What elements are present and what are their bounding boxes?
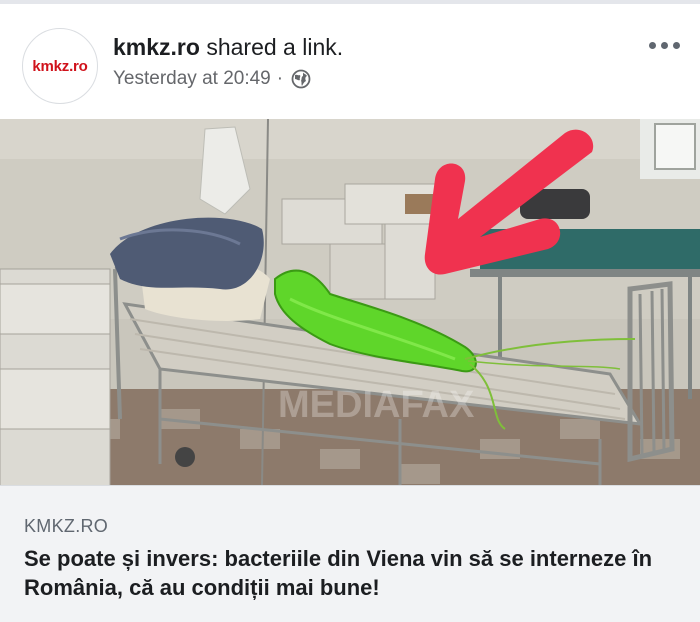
link-caption[interactable]: KMKZ.RO Se poate și invers: bacteriile d…: [0, 485, 700, 622]
page-name-link[interactable]: kmkz.ro: [113, 34, 200, 60]
more-dot: [661, 42, 668, 49]
post-header: kmkz.ro kmkz.ro shared a link. Yesterday…: [0, 4, 700, 119]
more-dot: [673, 42, 680, 49]
meta-separator: ·: [276, 68, 284, 89]
post-action-text: shared a link.: [199, 34, 344, 60]
post-meta: Yesterday at 20:49 ·: [113, 68, 311, 90]
link-preview-image[interactable]: MEDIAFAX: [0, 119, 700, 485]
post-title-line: kmkz.ro shared a link.: [113, 34, 343, 61]
more-dot: [649, 42, 656, 49]
more-options-button[interactable]: [649, 42, 680, 49]
post-timestamp[interactable]: Yesterday at 20:49: [113, 68, 271, 90]
page-avatar[interactable]: kmkz.ro: [22, 28, 98, 104]
image-watermark: MEDIAFAX: [278, 384, 475, 426]
avatar-logo-text: kmkz.ro: [32, 57, 88, 75]
link-domain: KMKZ.RO: [24, 516, 109, 536]
hospital-room-photo: MEDIAFAX: [0, 119, 700, 485]
globe-icon[interactable]: [291, 69, 311, 89]
link-title[interactable]: Se poate și invers: bacteriile din Viena…: [24, 544, 684, 602]
